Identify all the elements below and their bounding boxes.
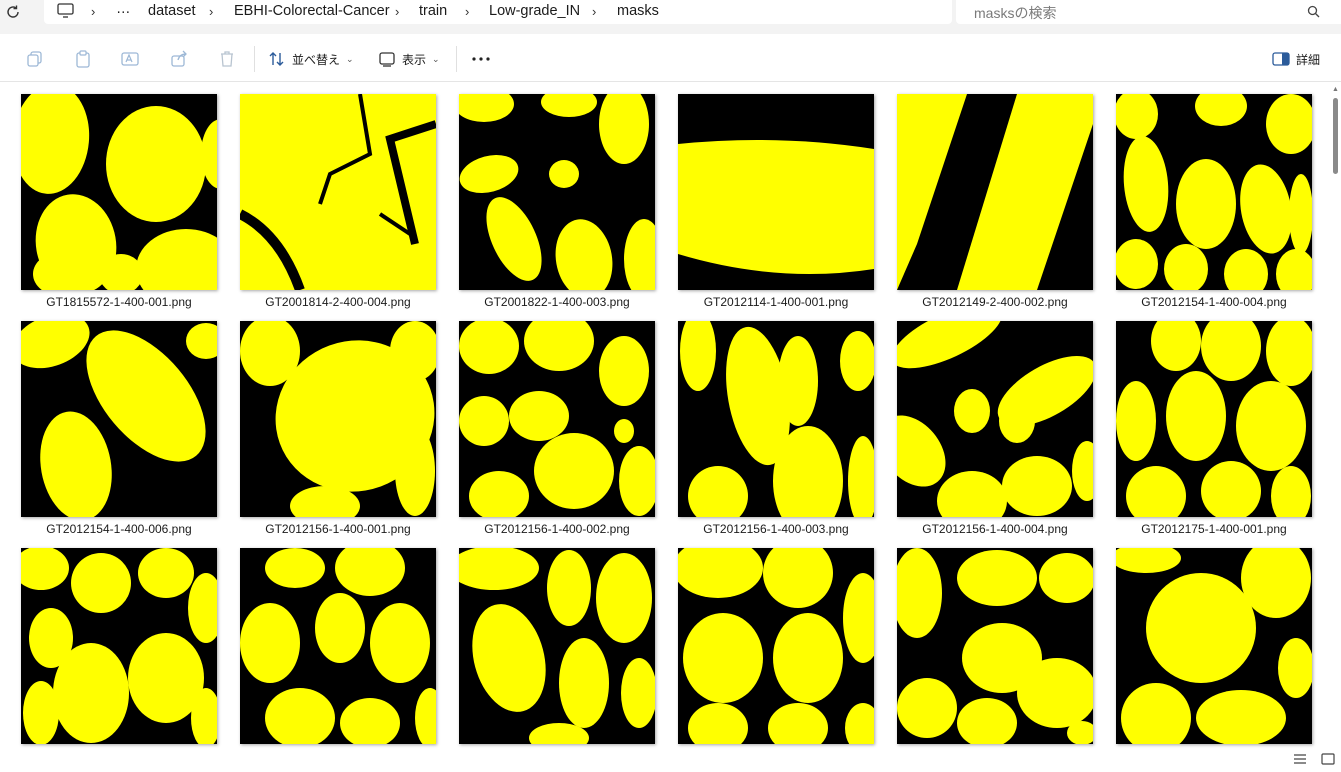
address-bar: › … › dataset EBHI-Colorectal-Cancer › t… bbox=[0, 0, 1341, 34]
details-view-icon[interactable] bbox=[1293, 752, 1307, 770]
breadcrumb-ebhi[interactable]: EBHI-Colorectal-Cancer bbox=[234, 3, 390, 19]
breadcrumb-masks[interactable]: masks bbox=[617, 3, 659, 19]
chevron-right-icon[interactable]: › bbox=[91, 4, 95, 19]
file-tile[interactable]: GT2012154-1-400-004.png bbox=[1116, 94, 1326, 318]
paste-icon[interactable] bbox=[74, 48, 92, 70]
breadcrumb: › … › dataset EBHI-Colorectal-Cancer › t… bbox=[44, 0, 952, 24]
breadcrumb-low-grade[interactable]: Low-grade_IN bbox=[489, 3, 580, 19]
file-name: GT2001822-1-400-003.png bbox=[484, 295, 630, 309]
view-icon bbox=[379, 52, 395, 67]
file-name: GT2012154-1-400-004.png bbox=[1141, 295, 1287, 309]
file-thumbnail[interactable] bbox=[459, 321, 655, 517]
file-thumbnail[interactable] bbox=[678, 94, 874, 290]
file-name: GT1815572-1-400-001.png bbox=[46, 295, 192, 309]
view-switcher bbox=[1293, 752, 1335, 770]
chevron-down-icon: ⌄ bbox=[346, 53, 354, 64]
toolbar-divider bbox=[254, 46, 255, 72]
file-name: GT2012156-1-400-001.png bbox=[265, 522, 411, 536]
file-thumbnail[interactable] bbox=[21, 321, 217, 517]
file-tile[interactable] bbox=[1116, 548, 1326, 772]
scroll-up-icon[interactable]: ▲ bbox=[1332, 86, 1339, 93]
file-name: GT2001814-2-400-004.png bbox=[265, 295, 411, 309]
breadcrumb-dataset[interactable]: dataset bbox=[148, 3, 196, 19]
file-name: GT2012154-1-400-006.png bbox=[46, 522, 192, 536]
file-tile[interactable]: GT2012156-1-400-002.png bbox=[459, 321, 669, 545]
file-thumbnail[interactable] bbox=[897, 321, 1093, 517]
file-thumbnail[interactable] bbox=[240, 548, 436, 744]
more-options-icon[interactable] bbox=[471, 48, 491, 70]
view-button[interactable]: 表示 ⌄ bbox=[378, 48, 440, 70]
file-tile[interactable]: GT2001822-1-400-003.png bbox=[459, 94, 669, 318]
search-placeholder[interactable]: masksの検索 bbox=[974, 3, 1056, 23]
search-box[interactable]: masksの検索 bbox=[956, 0, 1341, 24]
file-tile[interactable] bbox=[897, 548, 1107, 772]
file-thumbnail[interactable] bbox=[240, 94, 436, 290]
breadcrumb-overflow[interactable]: … bbox=[116, 1, 131, 17]
file-tile[interactable]: GT2012154-1-400-006.png bbox=[21, 321, 231, 545]
file-thumbnail[interactable] bbox=[897, 94, 1093, 290]
file-tile[interactable]: GT2012114-1-400-001.png bbox=[678, 94, 888, 318]
file-tile[interactable]: GT2012149-2-400-002.png bbox=[897, 94, 1107, 318]
file-tile[interactable]: GT1815572-1-400-001.png bbox=[21, 94, 231, 318]
breadcrumb-train[interactable]: train bbox=[419, 3, 447, 19]
file-thumbnail[interactable] bbox=[240, 321, 436, 517]
file-thumbnail[interactable] bbox=[21, 94, 217, 290]
copy-icon[interactable] bbox=[26, 48, 44, 70]
chevron-right-icon[interactable]: › bbox=[209, 4, 213, 19]
file-thumbnail[interactable] bbox=[21, 548, 217, 744]
share-icon[interactable] bbox=[170, 48, 188, 70]
details-pane-icon bbox=[1272, 52, 1290, 66]
refresh-icon[interactable] bbox=[4, 3, 24, 21]
pc-icon[interactable] bbox=[57, 3, 74, 23]
chevron-down-icon: ⌄ bbox=[432, 53, 440, 64]
sort-icon bbox=[269, 52, 284, 66]
file-tile[interactable] bbox=[678, 548, 888, 772]
file-tile[interactable]: GT2001814-2-400-004.png bbox=[240, 94, 450, 318]
file-name: GT2012156-1-400-004.png bbox=[922, 522, 1068, 536]
file-thumbnail[interactable] bbox=[459, 94, 655, 290]
file-tile[interactable]: GT2012175-1-400-001.png bbox=[1116, 321, 1326, 545]
scrollbar-thumb[interactable] bbox=[1333, 98, 1338, 174]
sort-label: 並べ替え bbox=[292, 52, 341, 67]
file-tile[interactable]: GT2012156-1-400-004.png bbox=[897, 321, 1107, 545]
search-icon[interactable] bbox=[1307, 5, 1321, 19]
chevron-right-icon[interactable]: › bbox=[395, 4, 399, 19]
file-tile[interactable]: GT2012156-1-400-001.png bbox=[240, 321, 450, 545]
command-bar: 並べ替え ⌄ 表示 ⌄ 詳細 bbox=[0, 36, 1341, 82]
view-label: 表示 bbox=[402, 52, 427, 67]
delete-icon[interactable] bbox=[218, 48, 236, 70]
file-name: GT2012156-1-400-003.png bbox=[703, 522, 849, 536]
file-thumbnail[interactable] bbox=[459, 548, 655, 744]
file-tile[interactable] bbox=[240, 548, 450, 772]
toolbar-divider bbox=[456, 46, 457, 72]
chevron-right-icon[interactable]: › bbox=[465, 4, 469, 19]
file-name: GT2012175-1-400-001.png bbox=[1141, 522, 1287, 536]
file-name: GT2012156-1-400-002.png bbox=[484, 522, 630, 536]
file-tile[interactable] bbox=[21, 548, 231, 772]
file-thumbnail[interactable] bbox=[897, 548, 1093, 744]
rename-icon[interactable] bbox=[121, 48, 141, 70]
sort-button[interactable]: 並べ替え ⌄ bbox=[268, 48, 354, 70]
file-name: GT2012114-1-400-001.png bbox=[703, 295, 849, 309]
file-tile[interactable] bbox=[459, 548, 669, 772]
file-thumbnail[interactable] bbox=[678, 321, 874, 517]
chevron-right-icon[interactable]: › bbox=[592, 4, 596, 19]
file-thumbnail[interactable] bbox=[678, 548, 874, 744]
details-label: 詳細 bbox=[1296, 52, 1321, 67]
file-name: GT2012149-2-400-002.png bbox=[922, 295, 1068, 309]
file-tile[interactable]: GT2012156-1-400-003.png bbox=[678, 321, 888, 545]
details-pane-button[interactable]: 詳細 bbox=[1272, 48, 1320, 70]
file-thumbnail[interactable] bbox=[1116, 321, 1312, 517]
vertical-scrollbar[interactable]: ▲ bbox=[1330, 84, 1341, 744]
file-thumbnail[interactable] bbox=[1116, 548, 1312, 744]
tiles-view-icon[interactable] bbox=[1321, 752, 1335, 770]
file-grid: GT1815572-1-400-001.png GT2001814-2-400-0… bbox=[0, 84, 1330, 772]
file-thumbnail[interactable] bbox=[1116, 94, 1312, 290]
